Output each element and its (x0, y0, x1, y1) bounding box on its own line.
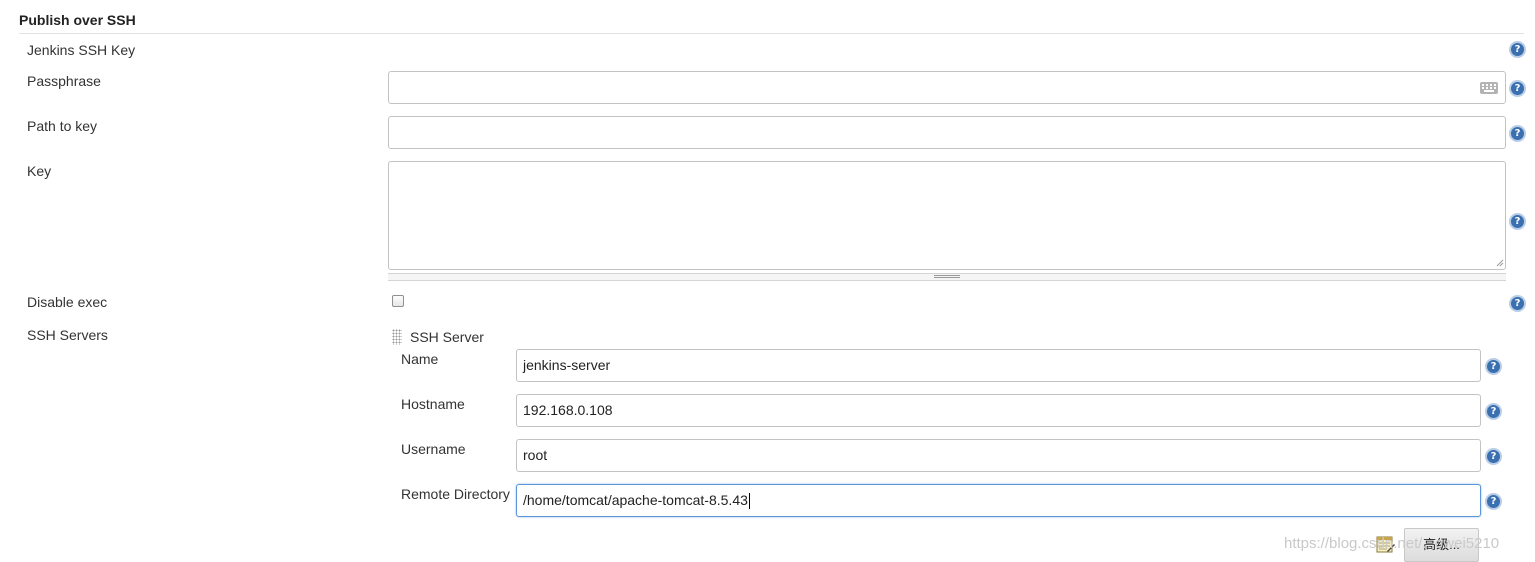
help-icon[interactable]: ? (1509, 41, 1526, 58)
ssh-servers-label: SSH Servers (27, 327, 108, 343)
remote-directory-value: /home/tomcat/apache-tomcat-8.5.43 (523, 492, 748, 508)
help-icon[interactable]: ? (1509, 295, 1526, 312)
server-name-input[interactable]: jenkins-server (516, 349, 1481, 382)
help-icon[interactable]: ? (1485, 493, 1502, 510)
remote-directory-input[interactable]: /home/tomcat/apache-tomcat-8.5.43 (516, 484, 1481, 517)
passphrase-label: Passphrase (27, 73, 101, 89)
section-title: Publish over SSH (19, 12, 136, 28)
textarea-expand-handle[interactable] (388, 273, 1506, 281)
resize-grip-icon[interactable] (1496, 259, 1504, 267)
server-name-label: Name (401, 351, 439, 367)
hostname-input[interactable]: 192.168.0.108 (516, 394, 1481, 427)
path-to-key-label: Path to key (27, 118, 98, 134)
help-icon[interactable]: ? (1485, 403, 1502, 420)
username-label: Username (401, 441, 466, 457)
key-label: Key (27, 163, 52, 179)
path-to-key-input[interactable] (388, 116, 1506, 149)
help-icon[interactable]: ? (1485, 358, 1502, 375)
key-textarea[interactable] (388, 161, 1506, 270)
jenkins-ssh-key-label: Jenkins SSH Key (27, 42, 136, 58)
help-icon[interactable]: ? (1509, 80, 1526, 97)
username-input[interactable]: root (516, 439, 1481, 472)
keyboard-icon[interactable] (1480, 82, 1498, 94)
help-icon[interactable]: ? (1509, 213, 1526, 230)
disable-exec-checkbox[interactable] (392, 295, 404, 307)
text-caret (748, 493, 750, 510)
help-icon[interactable]: ? (1485, 448, 1502, 465)
help-icon[interactable]: ? (1509, 125, 1526, 142)
disable-exec-label: Disable exec (27, 294, 108, 310)
ssh-server-title: SSH Server (410, 329, 484, 345)
watermark-text: https://blog.csdn.net/...owei5210 (1284, 535, 1500, 552)
remote-directory-label: Remote Directory (401, 486, 510, 502)
section-divider (19, 33, 1524, 34)
drag-handle-icon[interactable] (392, 329, 402, 345)
passphrase-input[interactable] (388, 71, 1506, 104)
hostname-label: Hostname (401, 396, 465, 412)
